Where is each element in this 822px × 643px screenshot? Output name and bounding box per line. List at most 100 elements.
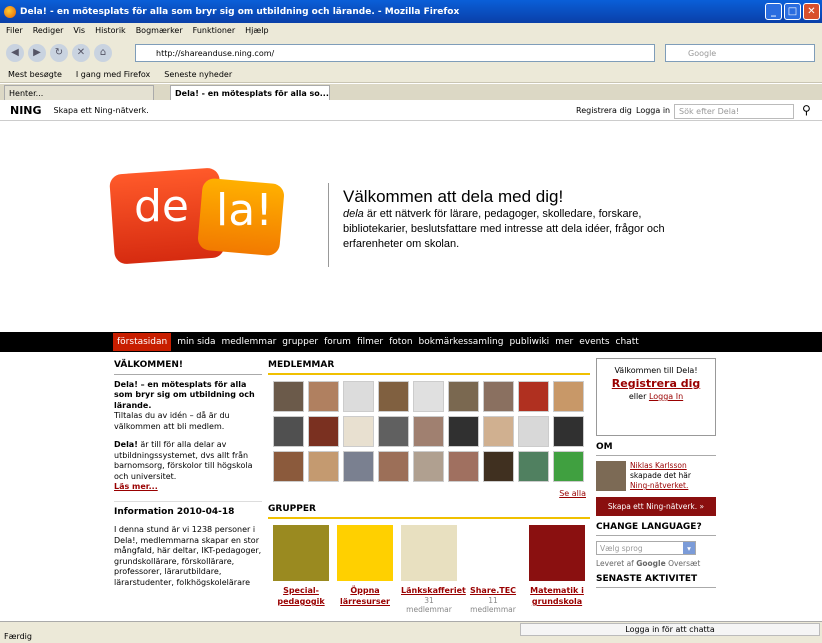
member-avatar[interactable]: [378, 381, 409, 412]
forward-button[interactable]: ▶: [28, 43, 46, 62]
member-avatar[interactable]: [518, 451, 549, 482]
url-bar[interactable]: http://shareanduse.ning.com/: [135, 44, 655, 62]
bookmark-most-visited[interactable]: Mest besøgte: [8, 70, 62, 79]
creator-link[interactable]: Niklas Karlsson: [630, 461, 687, 470]
nav-more[interactable]: mer: [555, 337, 573, 347]
nav-forum[interactable]: forum: [324, 337, 351, 347]
avatar[interactable]: [596, 461, 626, 491]
nav-members[interactable]: medlemmar: [221, 337, 276, 347]
nav-publiwiki[interactable]: publiwiki: [509, 337, 549, 347]
reload-icon[interactable]: ↻: [50, 43, 68, 62]
menu-view[interactable]: Vis: [73, 26, 85, 35]
login-link[interactable]: Logga in: [636, 106, 670, 115]
bookmarks-toolbar: Mest besøgte I gang med Firefox Seneste …: [0, 67, 822, 83]
member-avatar[interactable]: [413, 416, 444, 447]
minimize-button[interactable]: _: [765, 3, 782, 20]
stop-icon[interactable]: ✕: [72, 43, 90, 62]
group-item[interactable]: Share.TEC 11 medlemmar: [465, 525, 521, 614]
group-name[interactable]: Matematik i grundskola: [529, 585, 585, 607]
menu-help[interactable]: Hjælp: [245, 26, 268, 35]
browser-search-input[interactable]: Google: [665, 44, 815, 62]
group-image[interactable]: [273, 525, 329, 581]
menu-file[interactable]: Filer: [6, 26, 23, 35]
menu-bookmarks[interactable]: Bogmærker: [136, 26, 183, 35]
member-avatar[interactable]: [483, 416, 514, 447]
member-avatar[interactable]: [343, 451, 374, 482]
group-item[interactable]: Special-pedagogik: [273, 525, 329, 614]
group-name[interactable]: Länkskafferiet: [401, 585, 466, 596]
bookmark-latest-news[interactable]: Seneste nyheder: [164, 70, 232, 79]
login-link-side[interactable]: Logga In: [649, 392, 683, 401]
member-avatar[interactable]: [553, 416, 584, 447]
tab-dela[interactable]: Dela! - en mötesplats för alla so...: [170, 85, 330, 100]
member-avatar[interactable]: [518, 381, 549, 412]
group-image[interactable]: [465, 525, 521, 581]
create-network-button[interactable]: Skapa ett Ning-nätverk. »: [596, 497, 716, 516]
member-avatar[interactable]: [553, 381, 584, 412]
read-more-link[interactable]: Läs mer...: [114, 482, 158, 491]
back-button[interactable]: ◀: [6, 43, 24, 62]
tab-bar: Henter... Dela! - en mötesplats för alla…: [0, 84, 822, 100]
member-avatar[interactable]: [343, 416, 374, 447]
member-avatar[interactable]: [483, 451, 514, 482]
member-avatar[interactable]: [378, 451, 409, 482]
member-avatar[interactable]: [273, 451, 304, 482]
group-item[interactable]: Öppna lärresurser: [337, 525, 393, 614]
ning-logo[interactable]: NING: [10, 104, 42, 117]
register-button[interactable]: Registrera dig: [603, 378, 709, 389]
group-image[interactable]: [337, 525, 393, 581]
member-avatar[interactable]: [308, 416, 339, 447]
nav-chat[interactable]: chatt: [616, 337, 639, 347]
group-name[interactable]: Special-pedagogik: [273, 585, 329, 607]
member-avatar[interactable]: [448, 416, 479, 447]
menu-history[interactable]: Historik: [95, 26, 126, 35]
ning-network-link[interactable]: Ning-nätverket.: [630, 481, 688, 490]
bookmark-getting-started[interactable]: I gang med Firefox: [76, 70, 150, 79]
language-select[interactable]: Vælg sprog ▾: [596, 541, 696, 555]
hero-em: dela: [343, 208, 364, 220]
member-avatar[interactable]: [378, 416, 409, 447]
hero-heading: Välkommen att dela med dig!: [343, 187, 564, 206]
group-image[interactable]: [529, 525, 585, 581]
create-ning-link[interactable]: Skapa ett Ning-nätverk.: [54, 106, 149, 115]
group-item[interactable]: Matematik i grundskola: [529, 525, 585, 614]
menu-edit[interactable]: Rediger: [33, 26, 64, 35]
member-avatar[interactable]: [518, 416, 549, 447]
group-image[interactable]: [401, 525, 457, 581]
member-avatar[interactable]: [483, 381, 514, 412]
nav-bookmarks[interactable]: bokmärkessamling: [419, 337, 504, 347]
nav-films[interactable]: filmer: [357, 337, 383, 347]
member-avatar[interactable]: [448, 381, 479, 412]
group-item[interactable]: Länkskafferiet 31 medlemmar: [401, 525, 466, 614]
menu-tools[interactable]: Funktioner: [193, 26, 235, 35]
nav-home[interactable]: förstasidan: [113, 333, 172, 351]
maximize-button[interactable]: □: [784, 3, 801, 20]
close-button[interactable]: ✕: [803, 3, 820, 20]
member-avatar[interactable]: [273, 416, 304, 447]
member-avatar[interactable]: [413, 451, 444, 482]
nav-photos[interactable]: foton: [389, 337, 412, 347]
member-avatar[interactable]: [343, 381, 374, 412]
chat-login-bar[interactable]: Logga in för att chatta: [520, 623, 820, 636]
member-avatar[interactable]: [448, 451, 479, 482]
group-member-count: 31 medlemmar: [406, 596, 452, 614]
window-titlebar: Dela! - en mötesplats för alla som bryr …: [0, 0, 822, 23]
site-search-input[interactable]: Sök efter Dela!: [674, 104, 794, 119]
home-icon[interactable]: ⌂: [94, 43, 112, 62]
nav-groups[interactable]: grupper: [282, 337, 318, 347]
group-name[interactable]: Share.TEC: [465, 585, 521, 596]
register-link[interactable]: Registrera dig: [576, 106, 632, 115]
member-avatar[interactable]: [308, 381, 339, 412]
or-text: eller: [628, 392, 647, 401]
group-name[interactable]: Öppna lärresurser: [337, 585, 393, 607]
see-all-link[interactable]: Se alla: [272, 489, 586, 498]
member-avatar[interactable]: [553, 451, 584, 482]
tab-loading[interactable]: Henter...: [4, 85, 154, 100]
groups-list: Special-pedagogik Öppna lärresurser Länksk…: [268, 525, 590, 614]
search-icon[interactable]: ⚲: [802, 103, 811, 117]
member-avatar[interactable]: [273, 381, 304, 412]
nav-my-page[interactable]: min sida: [177, 337, 215, 347]
member-avatar[interactable]: [413, 381, 444, 412]
nav-events[interactable]: events: [579, 337, 609, 347]
member-avatar[interactable]: [308, 451, 339, 482]
